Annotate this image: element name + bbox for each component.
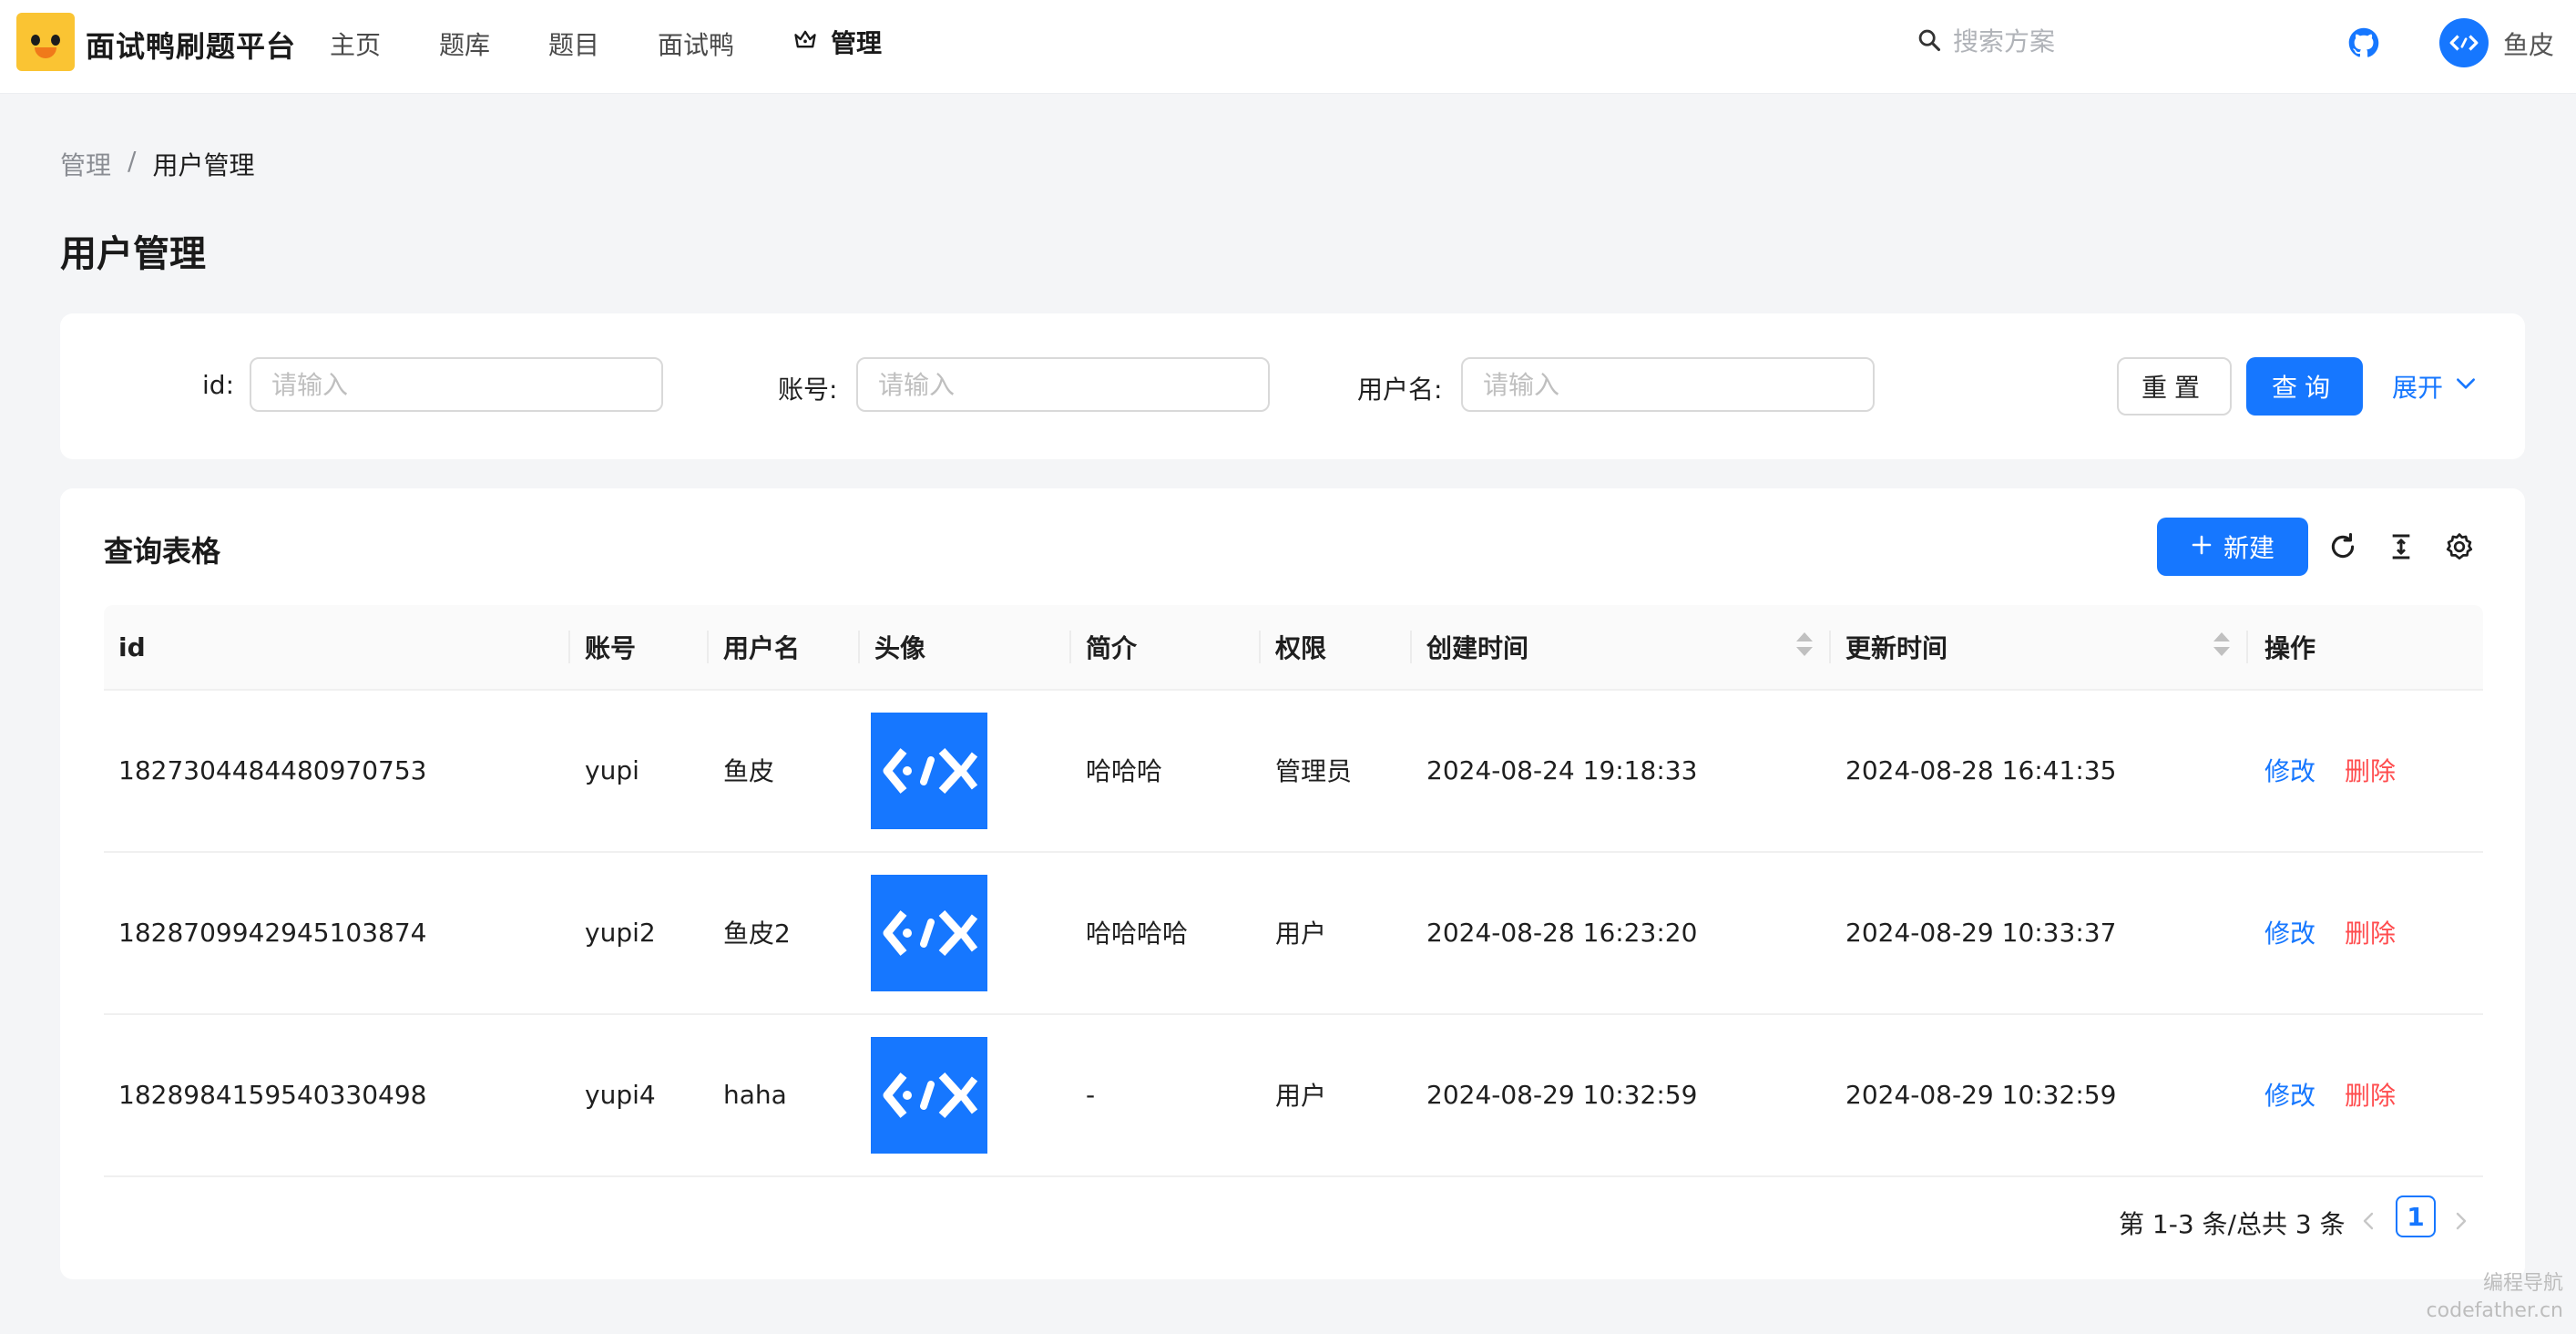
column-header-account: 账号: [585, 633, 637, 663]
column-header-username: 用户名: [723, 633, 801, 663]
nav-questions[interactable]: 题目: [548, 26, 599, 62]
cell-account: yupi4: [585, 1079, 656, 1110]
table-card: 查询表格 新建 id 账号 用户名 头像 简介 权限 创建时间 更新时间 操作: [60, 488, 2525, 1279]
table-row: 1828709942945103874 yupi2 鱼皮2 哈哈哈哈 用户 20…: [104, 851, 2483, 1015]
cell-created: 2024-08-29 10:32:59: [1426, 1079, 1698, 1110]
pagination-prev-icon[interactable]: [2359, 1208, 2377, 1238]
edit-link[interactable]: 修改: [2264, 689, 2315, 851]
cell-username: haha: [723, 1079, 787, 1110]
pagination-total: 第 1-3 条/总共 3 条: [2119, 1209, 2346, 1239]
column-header-actions: 操作: [2264, 633, 2316, 663]
cell-username: 鱼皮2: [723, 918, 791, 949]
header-search: [1917, 26, 2137, 57]
cell-id: 1828709942945103874: [118, 917, 427, 948]
table-header: id 账号 用户名 头像 简介 权限 创建时间 更新时间 操作: [104, 605, 2483, 691]
column-header-id: id: [118, 631, 146, 662]
expand-label: 展开: [2392, 373, 2444, 403]
nav-question-banks[interactable]: 题库: [439, 26, 490, 62]
delete-link[interactable]: 删除: [2345, 689, 2396, 851]
nav-admin-label: 管理: [831, 28, 883, 58]
id-label: id:: [202, 370, 234, 400]
search-input[interactable]: [1951, 26, 2137, 57]
cell-created: 2024-08-28 16:23:20: [1426, 917, 1698, 948]
cell-updated: 2024-08-29 10:33:37: [1845, 917, 2117, 948]
column-header-updated[interactable]: 更新时间: [1845, 605, 1947, 689]
plus-icon: [2191, 532, 2213, 562]
cell-account: yupi2: [585, 917, 656, 948]
edit-link[interactable]: 修改: [2264, 851, 2315, 1013]
cell-updated: 2024-08-29 10:32:59: [1845, 1079, 2117, 1110]
delete-link[interactable]: 删除: [2345, 851, 2396, 1013]
cell-role: 管理员: [1275, 756, 1353, 786]
user-avatar-image: [871, 713, 987, 829]
density-icon[interactable]: [2383, 528, 2419, 565]
brand-title[interactable]: 面试鸭刷题平台: [86, 24, 296, 66]
cell-created: 2024-08-24 19:18:33: [1426, 754, 1698, 785]
query-button[interactable]: 查询: [2246, 357, 2363, 416]
user-avatar[interactable]: [2439, 18, 2489, 67]
table-row: 1827304484480970753 yupi 鱼皮 哈哈哈 管理员 2024…: [104, 689, 2483, 853]
column-header-avatar: 头像: [874, 633, 926, 663]
pagination-page-1[interactable]: 1: [2396, 1195, 2436, 1237]
cell-username: 鱼皮: [723, 756, 775, 786]
top-navbar: 面试鸭刷题平台 主页 题库 题目 面试鸭 管理 鱼皮: [0, 0, 2576, 94]
username-label: 用户名:: [1357, 375, 1443, 405]
user-avatar-image: [871, 875, 987, 991]
crown-icon: [792, 26, 818, 58]
search-icon: [1917, 27, 1942, 56]
breadcrumb-parent[interactable]: 管理: [60, 146, 111, 182]
refresh-icon[interactable]: [2325, 528, 2361, 565]
cell-updated: 2024-08-28 16:41:35: [1845, 754, 2117, 785]
cell-role: 用户: [1275, 1081, 1327, 1111]
user-name[interactable]: 鱼皮: [2503, 26, 2554, 62]
nav-mianshiya[interactable]: 面试鸭: [658, 26, 734, 62]
cell-profile: 哈哈哈哈: [1086, 918, 1189, 949]
cell-account: yupi: [585, 754, 639, 785]
watermark: 编程导航 codefather.cn: [2427, 1270, 2563, 1325]
watermark-line1: 编程导航: [2482, 1272, 2563, 1295]
cell-id: 1828984159540330498: [118, 1079, 427, 1110]
breadcrumb: 管理 / 用户管理: [60, 146, 254, 182]
breadcrumb-separator: /: [128, 146, 137, 176]
cell-profile: 哈哈哈: [1086, 756, 1163, 786]
delete-link[interactable]: 删除: [2345, 1013, 2396, 1175]
table-title: 查询表格: [104, 534, 221, 569]
duck-logo-icon[interactable]: [16, 13, 75, 71]
new-button-label: 新建: [2223, 533, 2274, 563]
cell-profile: -: [1086, 1079, 1096, 1110]
nav-admin[interactable]: 管理: [792, 24, 882, 60]
table-row: 1828984159540330498 yupi4 haha - 用户 2024…: [104, 1013, 2483, 1177]
id-input[interactable]: [250, 357, 663, 412]
updated-sort-icon[interactable]: [2213, 632, 2230, 656]
breadcrumb-current: 用户管理: [152, 150, 255, 180]
column-header-created[interactable]: 创建时间: [1426, 605, 1528, 689]
column-header-role: 权限: [1275, 633, 1327, 663]
settings-icon[interactable]: [2441, 528, 2478, 565]
watermark-line2: codefather.cn: [2426, 1299, 2563, 1322]
user-avatar-image: [871, 1037, 987, 1154]
cell-id: 1827304484480970753: [118, 754, 427, 785]
nav-home[interactable]: 主页: [330, 26, 381, 62]
new-button[interactable]: 新建: [2157, 518, 2308, 576]
username-input[interactable]: [1461, 357, 1875, 412]
account-input[interactable]: [856, 357, 1270, 412]
page-title: 用户管理: [60, 233, 206, 275]
expand-toggle[interactable]: 展开: [2392, 368, 2478, 405]
reset-button[interactable]: 重置: [2117, 357, 2232, 416]
github-icon[interactable]: [2348, 27, 2379, 62]
chevron-down-icon: [2454, 372, 2478, 402]
account-label: 账号:: [778, 375, 838, 405]
pagination-next-icon[interactable]: [2452, 1208, 2470, 1238]
cell-role: 用户: [1275, 918, 1327, 949]
created-sort-icon[interactable]: [1796, 632, 1813, 656]
search-form: id: 账号: 用户名: 重置 查询 展开: [60, 313, 2525, 459]
edit-link[interactable]: 修改: [2264, 1013, 2315, 1175]
column-header-profile: 简介: [1086, 633, 1138, 663]
